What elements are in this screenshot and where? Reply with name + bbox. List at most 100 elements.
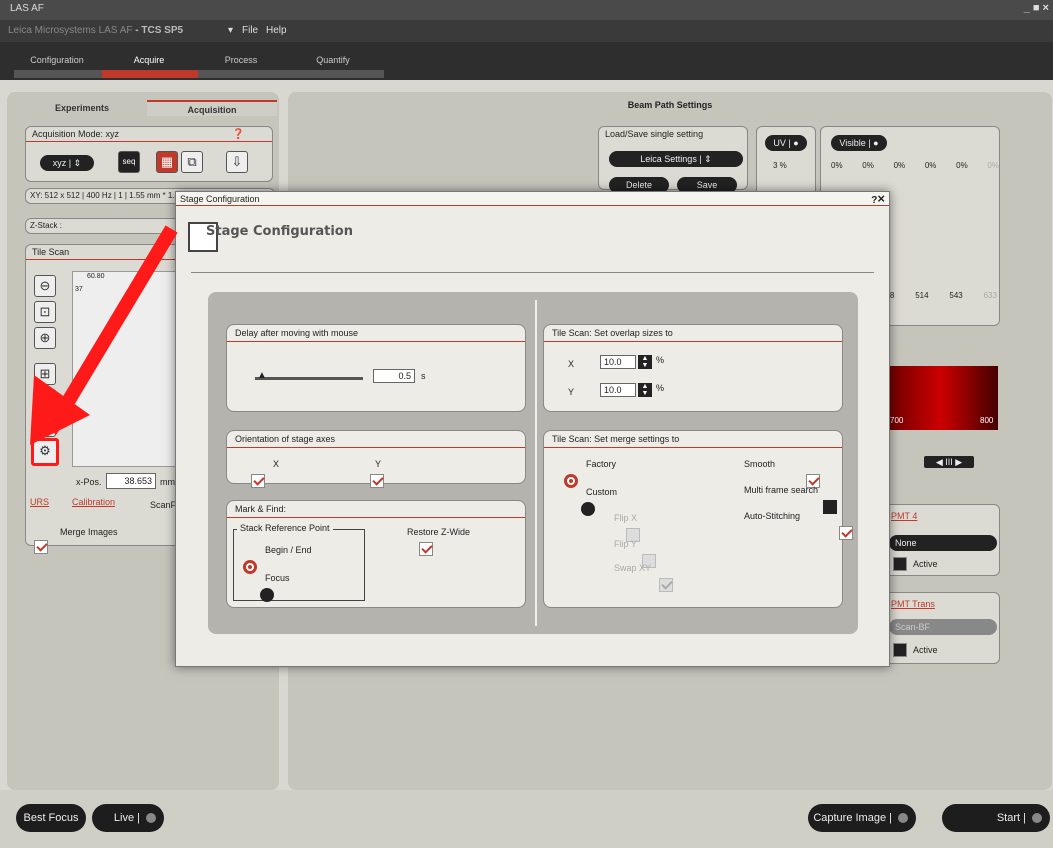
uv-button[interactable]: UV | ● [765,135,807,151]
spectrum-tick-800: 800 [980,416,994,425]
delay-slider[interactable] [255,377,363,380]
tab-acquire[interactable]: Acquire [104,54,194,67]
focus-radio[interactable] [259,588,274,602]
merge-images-checkbox[interactable] [34,540,48,554]
uv-pct: 3 % [773,161,787,170]
merge-section: Tile Scan: Set merge settings to Factory… [543,430,854,608]
visible-pcts: 0% 0% 0% 0% 0% 0% [831,161,999,170]
window-controls[interactable]: _ ■ × [1024,2,1049,14]
leica-settings-select[interactable]: Leica Settings | ⇕ [609,151,743,167]
spectrum-scroll[interactable]: ◀ III ▶ [924,456,974,468]
delay-slider-handle-icon[interactable]: ▲ [257,370,267,381]
menu-file[interactable]: File [242,25,258,36]
scanbf-select[interactable]: Scan-BF [889,619,997,635]
spectrum-tick-700: 700 [890,416,904,425]
urs-link[interactable]: URS [30,497,49,507]
stage-config-dialog: Stage Configuration ?× Stage Configurati… [175,191,890,667]
merge-images-label: Merge Images [60,527,118,537]
multiframe-checkbox[interactable] [822,500,837,514]
markfind-title: Mark & Find: [227,501,525,518]
tab-quantify[interactable]: Quantify [288,54,378,67]
stack-ref-label: Stack Reference Point [237,523,333,533]
pmttrans-group: PMT Trans Scan-BF Active [884,592,1000,664]
overlap-x-label: X [568,359,575,369]
overlap-y-input[interactable]: 10.0 [600,383,636,397]
pmt4-active-checkbox[interactable] [893,557,907,571]
overlap-title: Tile Scan: Set overlap sizes to [544,325,842,342]
app-dropdown-icon[interactable]: ▾ [228,25,233,36]
scan-label: ScanF [150,500,177,510]
visible-button[interactable]: Visible | ● [831,135,887,151]
pmt4-active-label: Active [913,559,938,569]
tab-indicator [14,70,384,78]
xpos-unit: mm [160,477,175,487]
column-divider [535,300,537,626]
begin-end-radio[interactable] [243,560,257,574]
live-button[interactable]: Live | [92,804,164,832]
best-focus-button[interactable]: Best Focus [16,804,86,832]
orientation-y-checkbox[interactable] [369,474,384,488]
pmttrans-label[interactable]: PMT Trans [891,599,935,609]
menubar: Leica Microsystems LAS AF - TCS SP5 ▾ Fi… [0,20,1053,42]
overlap-x-unit: % [656,355,665,365]
factory-label: Factory [586,459,617,469]
overlap-y-unit: % [656,383,665,393]
factory-radio[interactable] [564,474,578,488]
custom-label: Custom [586,487,618,497]
seq-icon[interactable]: seq [118,151,140,173]
overlap-x-spinner[interactable]: ▲ ▼ [638,355,652,369]
flipy-label: Flip Y [614,539,637,549]
help-icon[interactable]: ❓ [232,129,244,140]
flipx-label: Flip X [614,513,638,523]
tile-icon[interactable]: ⧉ [181,151,203,173]
delay-unit: s [421,371,426,381]
start-button[interactable]: Start | [942,804,1050,832]
calibration-link[interactable]: Calibration [72,497,115,507]
loadsave-group: Load/Save single setting Leica Settings … [598,126,748,193]
overlap-x-input[interactable]: 10.0 [600,355,636,369]
tab-experiments[interactable]: Experiments [17,100,147,116]
acq-mode-select[interactable]: xyz | ⇕ [40,155,94,171]
orientation-section: Orientation of stage axes X Y [226,430,526,488]
window-titlebar: LAS AF _ ■ × [0,0,1053,20]
markfind-section: Mark & Find: Stack Reference Point Begin… [226,500,526,608]
delay-input[interactable]: 0.5 [373,369,415,383]
autostitch-label: Auto-Stitching [744,511,801,521]
pmttrans-active-label: Active [913,645,938,655]
menu-help[interactable]: Help [266,25,287,36]
capture-image-button[interactable]: Capture Image | [808,804,916,832]
bottom-bar: Best Focus Live | Capture Image | Start … [0,790,1053,848]
dialog-close-icon[interactable]: ?× [871,192,885,207]
autostitch-checkbox[interactable] [839,526,854,540]
orientation-title: Orientation of stage axes [227,431,525,448]
multiframe-label: Multi frame search [744,485,819,495]
grid-icon[interactable]: ▦ [156,151,178,173]
acquisition-mode-group: Acquisition Mode: xyz xyz | ⇕ seq ▦ ⧉ ⇩ … [25,126,273,182]
dialog-divider [191,272,874,273]
overlap-y-spinner[interactable]: ▲ ▼ [638,383,652,397]
pmt4-label[interactable]: PMT 4 [891,511,917,521]
download-icon[interactable]: ⇩ [226,151,248,173]
orientation-x-label: X [273,459,280,469]
tab-acquisition[interactable]: Acquisition [147,100,277,116]
dialog-title: Stage Configuration [180,194,260,204]
orientation-x-checkbox[interactable] [251,474,265,488]
smooth-label: Smooth [744,459,776,469]
annotation-arrow-icon [30,225,178,445]
swapxy-checkbox[interactable] [659,578,674,592]
tab-configuration[interactable]: Configuration [12,54,102,67]
custom-radio[interactable] [580,502,595,516]
dialog-titlebar: Stage Configuration ?× [176,192,889,206]
xpos-value[interactable]: 38.653 [106,473,156,489]
spectrum-view[interactable]: 700 800 [884,366,998,430]
focus-label: Focus [265,573,290,583]
swapxy-label: Swap XY [614,563,652,573]
delay-title: Delay after moving with mouse [227,325,525,342]
tab-process[interactable]: Process [196,54,286,67]
window-title: LAS AF [10,3,44,14]
xpos-label: x-Pos. [76,477,102,487]
restore-zwide-checkbox[interactable] [418,542,433,556]
beam-path-title: Beam Path Settings [627,100,713,110]
pmttrans-active-checkbox[interactable] [893,643,907,657]
pmt4-select[interactable]: None [889,535,997,551]
